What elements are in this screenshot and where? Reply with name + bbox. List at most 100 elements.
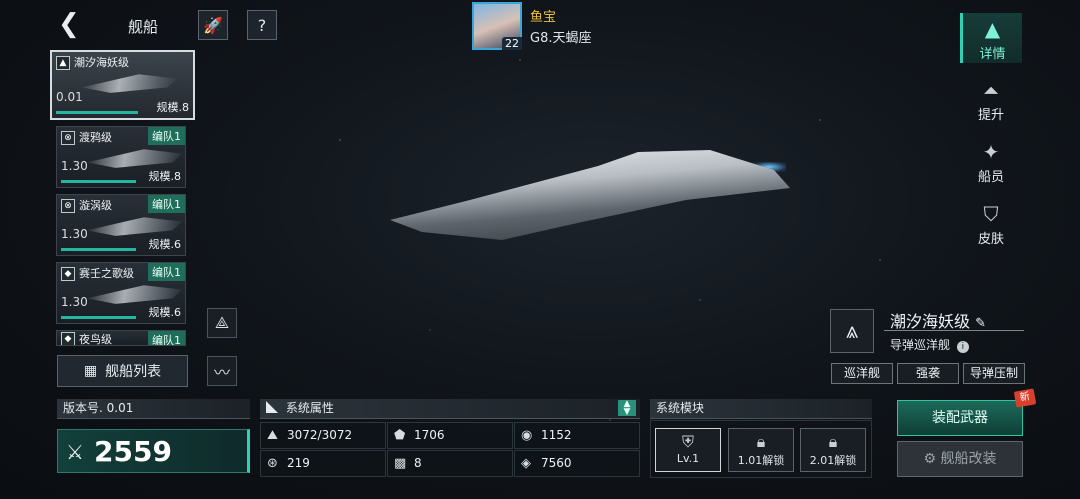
attr-armor: ⬟ 1706 [387, 422, 513, 449]
waveform-button[interactable]: 〰 [207, 356, 237, 386]
skin-icon: ⛉ [983, 202, 999, 226]
module-slot-3[interactable]: 🔒︎ 2.01解锁 [800, 428, 866, 472]
crew-icon: ✦ [982, 140, 1000, 164]
attr-cargo: ◈ 7560 [514, 450, 640, 477]
page-title: 舰船 [128, 18, 159, 36]
ship-type-icon: ◆ [61, 267, 75, 281]
nav-skins-label: 皮肤 [977, 232, 1004, 247]
shield-module-icon: ⛨ [681, 432, 694, 451]
rocket-button[interactable]: 🚀 [198, 10, 228, 40]
ship-type-icon: ▲ [56, 56, 70, 70]
ship-type-icon: ◆ [61, 332, 75, 345]
edit-name-icon[interactable]: ✎ [975, 316, 986, 331]
attr-cargo-value: 7560 [541, 456, 572, 470]
ship-thumbnail [82, 74, 177, 93]
back-button[interactable]: ❮ [58, 11, 80, 38]
ship-tag: 导弹压制 [963, 363, 1025, 384]
ship-model[interactable] [390, 150, 790, 240]
attributes-icon [266, 401, 278, 413]
module-slot-1[interactable]: ⛨ Lv.1 [655, 428, 721, 472]
ship-card-selected[interactable]: ▲ 潮汐海妖级 0.01 规模.8 [50, 50, 195, 120]
fleet-badge: 编队1 [148, 263, 185, 281]
upgrade-icon: ⏶ [983, 78, 999, 102]
nav-crew[interactable]: ✦ 船员 [960, 140, 1022, 186]
ship-card-name: 潮汐海妖级 [74, 56, 129, 69]
attr-grid-value: 8 [414, 456, 422, 470]
ship-card-scale: 规模.6 [148, 306, 182, 319]
module-slot-2[interactable]: 🔒︎ 1.01解锁 [728, 428, 794, 472]
lock-icon: 🔒︎ [756, 432, 766, 451]
info-icon[interactable]: i [956, 341, 969, 353]
fleet-badge: 编队1 [148, 127, 185, 145]
attr-grid: ▩ 8 [387, 450, 513, 477]
structure-icon: ⛰ [267, 428, 278, 443]
help-icon: ? [257, 15, 267, 35]
nav-upgrade[interactable]: ⏶ 提升 [960, 78, 1022, 124]
modules-header: 系统模块 [650, 399, 872, 419]
ship-type-icon: ⊗ [61, 131, 75, 145]
attr-shield: ◉ 1152 [514, 422, 640, 449]
ship-refit-label: 舰船改装 [940, 451, 997, 467]
player-location: G8.天蝎座 [530, 31, 592, 46]
attr-structure: ⛰ 3072/3072 [260, 422, 386, 449]
fleet-badge: 编队1 [148, 331, 185, 345]
attr-speed: ⊛ 219 [260, 450, 386, 477]
refit-icon: ⚙ [923, 451, 937, 467]
ship-refit-button[interactable]: ⚙ 舰船改装 [897, 441, 1023, 477]
nav-upgrade-label: 提升 [977, 108, 1004, 123]
new-badge: 新 [1013, 388, 1037, 408]
ship-tag: 强袭 [897, 363, 959, 384]
expand-toggle-icon[interactable]: ▲ ▼ [618, 400, 636, 417]
ship-thumbnail [87, 149, 182, 168]
module-slot-3-label: 2.01解锁 [809, 454, 857, 467]
ship-card-scale: 规模.8 [148, 170, 182, 183]
nav-crew-label: 船员 [977, 170, 1004, 185]
player-name: 鱼宝 [530, 10, 557, 25]
ship-list-label: 舰船列表 [105, 364, 162, 380]
ship-class-emblem-icon: ⩓ [830, 309, 874, 353]
ship-thumbnail [87, 285, 182, 304]
ship-card-scale: 规模.8 [156, 101, 190, 114]
equip-weapons-button[interactable]: 装配武器 [897, 400, 1023, 436]
ship-list-button[interactable]: ▦ 舰船列表 [57, 355, 188, 387]
ship-card[interactable]: ⊗ 渡鸦级 编队1 1.30 规模.8 [56, 126, 186, 188]
attr-shield-value: 1152 [541, 428, 572, 442]
nav-details[interactable]: ▲ 详情 [960, 13, 1022, 63]
waveform-icon: 〰 [213, 363, 230, 382]
nav-skins[interactable]: ⛉ 皮肤 [960, 202, 1022, 248]
speed-icon: ⊛ [267, 456, 278, 471]
ship-card-version: 1.30 [61, 159, 88, 173]
ship-card-name: 渡鸦级 [79, 131, 112, 144]
nav-details-label: 详情 [979, 47, 1006, 62]
ship-card[interactable]: ⊗ 漩涡级 编队1 1.30 规模.6 [56, 194, 186, 256]
details-icon: ▲ [984, 17, 1001, 41]
help-button[interactable]: ? [247, 10, 277, 40]
attributes-header: 系统属性 ▲ ▼ [260, 399, 640, 419]
attr-armor-value: 1706 [414, 428, 445, 442]
attr-structure-value: 3072/3072 [287, 428, 353, 442]
ship-card[interactable]: ◆ 夜鸟级 编队1 [56, 330, 186, 346]
ship-card[interactable]: ◆ 赛壬之歌级 编队1 1.30 规模.6 [56, 262, 186, 324]
ship-card-name: 夜鸟级 [79, 333, 112, 346]
player-level: 22 [502, 37, 522, 50]
ship-name-text: 潮汐海妖级 [890, 312, 971, 331]
module-slot-2-label: 1.01解锁 [737, 454, 785, 467]
ship-tag: 巡洋舰 [831, 363, 893, 384]
attributes-title: 系统属性 [285, 401, 334, 415]
combat-power-value: 2559 [94, 435, 172, 468]
checkered-flag-icon: ▩ [394, 456, 407, 471]
ship-card-version: 1.30 [61, 295, 88, 309]
cargo-icon: ◈ [521, 456, 531, 471]
attr-speed-value: 219 [287, 456, 310, 470]
ship-card-progress [56, 111, 138, 114]
player-avatar[interactable]: 22 [472, 2, 522, 50]
formation-button[interactable]: ⟁ [207, 308, 237, 338]
version-label: 版本号. 0.01 [57, 399, 250, 419]
grid-icon: ▦ [83, 363, 98, 379]
ship-card-name: 赛壬之歌级 [79, 267, 134, 280]
armor-icon: ⬟ [394, 428, 406, 443]
ship-class: 导弹巡洋舰 i [890, 336, 969, 353]
crossed-swords-icon: ⚔ [66, 440, 84, 464]
lock-icon: 🔒︎ [828, 432, 838, 451]
ship-class-text: 导弹巡洋舰 [890, 338, 951, 352]
